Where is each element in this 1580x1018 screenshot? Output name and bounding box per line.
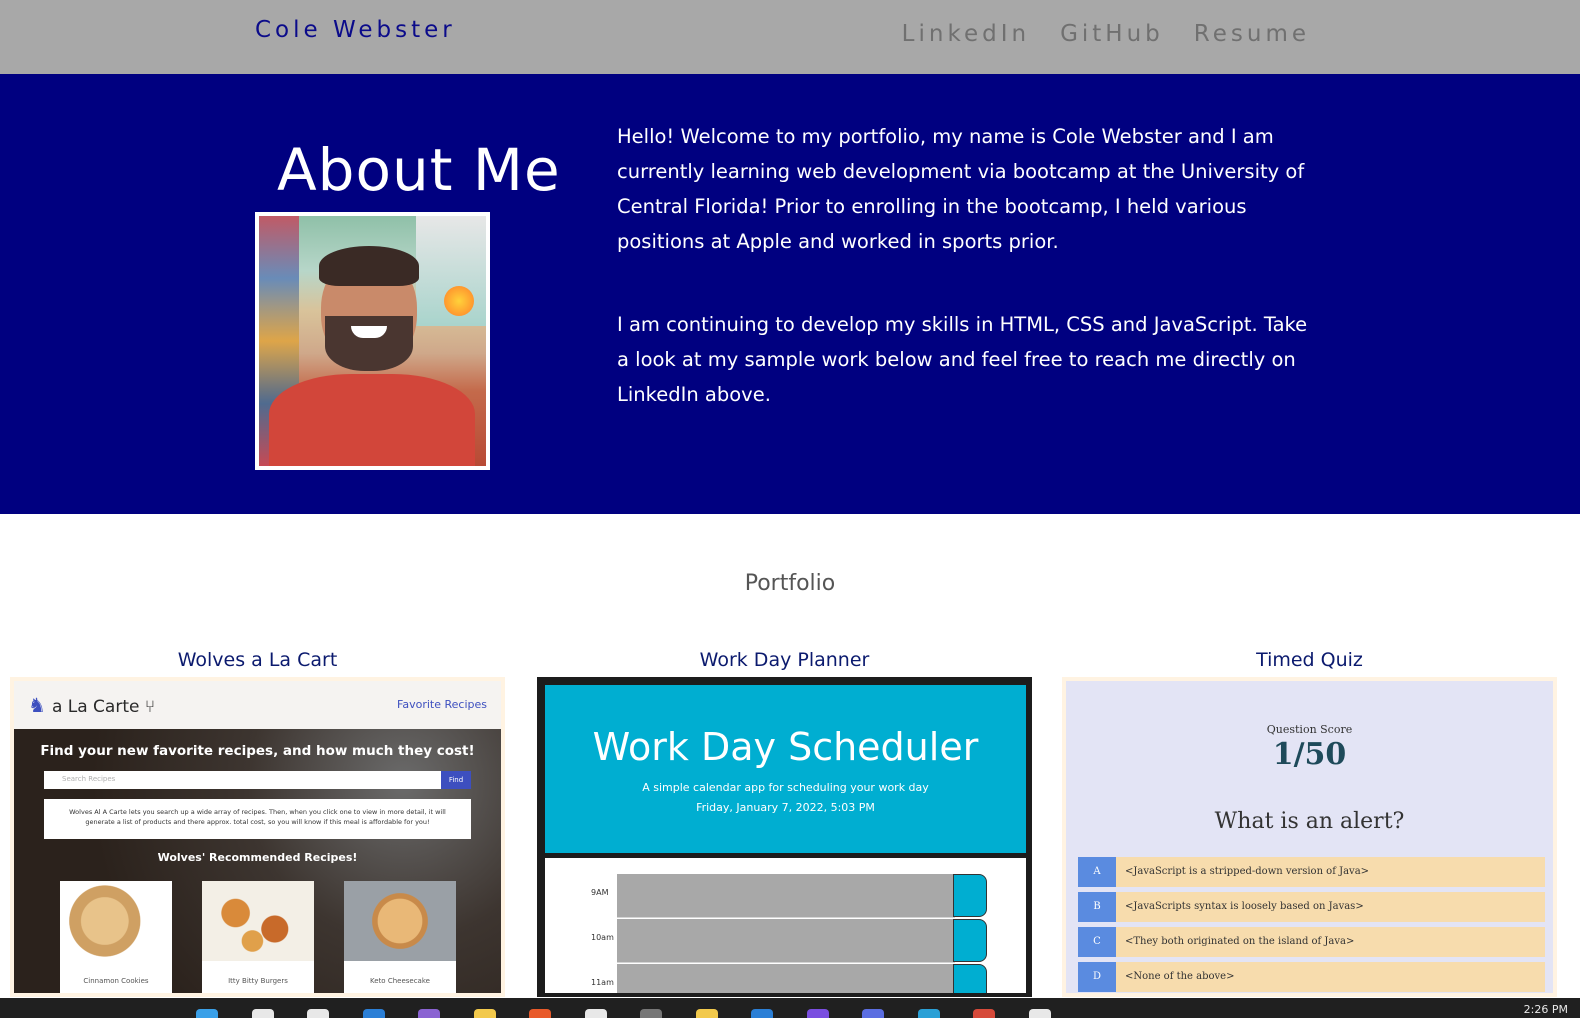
time-label: 10am <box>591 933 614 942</box>
scheduler-body: 9AM 10am 11am <box>545 858 1026 993</box>
recipe-label: Keto Cheesecake <box>370 977 430 985</box>
screenshot-logo: ♞ a La Carte ⑂ <box>28 693 155 717</box>
about-paragraph-1: Hello! Welcome to my portfolio, my name … <box>617 125 1305 253</box>
time-block: 10am <box>545 919 1026 964</box>
quiz-option-letter: B <box>1078 892 1116 922</box>
recipe-card: Cinnamon Cookies <box>60 881 172 993</box>
profile-photo <box>259 216 486 466</box>
portfolio-title: Portfolio <box>744 571 836 596</box>
nav-links: LinkedIn GitHub Resume <box>902 21 1310 47</box>
photo-shirt <box>269 374 475 466</box>
quiz-option-text: <They both originated on the island of J… <box>1125 936 1355 947</box>
quiz-option-text: <JavaScripts syntax is loosely based on … <box>1125 901 1364 912</box>
time-label: 9AM <box>591 888 609 897</box>
about-section: About Me Hello! Welcome to my portfolio,… <box>0 74 1580 514</box>
recipe-image <box>344 881 456 961</box>
recipe-label: Cinnamon Cookies <box>83 977 149 985</box>
recipe-label: Itty Bitty Burgers <box>228 977 288 985</box>
taskbar-app-icon[interactable] <box>529 1009 551 1018</box>
taskbar-app-icon[interactable] <box>751 1009 773 1018</box>
screenshot-navbar: ♞ a La Carte ⑂ Favorite Recipes <box>14 681 501 729</box>
quiz-option-text: <JavaScript is a stripped-down version o… <box>1125 866 1370 877</box>
taskbar-app-icon[interactable] <box>473 1009 496 1018</box>
taskbar-app-icon[interactable] <box>1028 1009 1051 1018</box>
project-screenshot[interactable]: Question Score 1/50 What is an alert? A … <box>1062 677 1557 997</box>
screenshot-headline: Find your new favorite recipes, and how … <box>40 743 475 759</box>
time-block: 11am <box>545 964 1026 993</box>
fork-knife-icon: ⑂ <box>139 697 156 717</box>
taskbar-app-icon[interactable] <box>917 1009 940 1018</box>
save-button <box>953 919 987 962</box>
screenshot-favorite-link: Favorite Recipes <box>397 698 487 711</box>
recipe-image <box>202 881 314 961</box>
scheduler-header: Work Day Scheduler A simple calendar app… <box>545 685 1026 853</box>
quiz-option-text: <None of the above> <box>1125 971 1235 982</box>
nav-link-linkedin[interactable]: LinkedIn <box>902 21 1030 47</box>
time-slot <box>617 919 955 963</box>
quiz-option-letter: D <box>1078 962 1116 992</box>
taskbar-app-icon[interactable] <box>640 1009 662 1018</box>
project-card-quiz: Timed Quiz Question Score 1/50 What is a… <box>1062 645 1557 997</box>
taskbar-app-icon[interactable] <box>418 1009 440 1018</box>
photo-beard <box>325 316 413 371</box>
project-screenshot[interactable]: ♞ a La Carte ⑂ Favorite Recipes Find your… <box>10 677 505 997</box>
save-button <box>953 964 987 993</box>
wolf-icon: ♞ <box>28 693 46 717</box>
quiz-option-letter: C <box>1078 927 1116 957</box>
taskbar-app-icon[interactable] <box>251 1009 274 1018</box>
nav-link-resume[interactable]: Resume <box>1194 21 1310 47</box>
scheduler-date: Friday, January 7, 2022, 5:03 PM <box>696 801 875 814</box>
project-title[interactable]: Work Day Planner <box>537 645 1032 675</box>
quiz-option: D <None of the above> <box>1078 962 1545 992</box>
time-slot <box>617 874 955 918</box>
recipe-card: Itty Bitty Burgers <box>202 881 314 993</box>
recipe-card: Keto Cheesecake <box>344 881 456 993</box>
top-nav: Cole Webster LinkedIn GitHub Resume <box>0 0 1580 74</box>
scheduler-subtitle: A simple calendar app for scheduling you… <box>642 781 929 794</box>
about-paragraph-2: I am continuing to develop my skills in … <box>617 313 1308 406</box>
taskbar-app-icon[interactable] <box>973 1009 995 1018</box>
screenshot-find-button: Find <box>441 771 471 789</box>
taskbar-app-icon[interactable] <box>806 1009 829 1018</box>
about-text: Hello! Welcome to my portfolio, my name … <box>617 119 1317 412</box>
time-block: 9AM <box>545 874 1026 919</box>
recipe-image <box>60 881 172 961</box>
quiz-option: A <JavaScript is a stripped-down version… <box>1078 857 1545 887</box>
photo-flowers <box>444 286 474 316</box>
quiz-option: C <They both originated on the island of… <box>1078 927 1545 957</box>
project-screenshot[interactable]: Work Day Scheduler A simple calendar app… <box>537 677 1032 997</box>
save-button <box>953 874 987 917</box>
screenshot-description: Wolves Al A Carte lets you search up a w… <box>44 799 471 839</box>
screenshot-recommended-heading: Wolves' Recommended Recipes! <box>157 851 358 864</box>
taskbar-clock: 2:26 PM <box>1523 1003 1568 1016</box>
nav-link-github[interactable]: GitHub <box>1060 21 1164 47</box>
taskbar-app-icon[interactable] <box>862 1009 884 1018</box>
brand-link[interactable]: Cole Webster <box>255 17 456 43</box>
project-title[interactable]: Wolves a La Cart <box>10 645 505 675</box>
project-card-wolves: Wolves a La Cart ♞ a La Carte ⑂ Favorite … <box>10 645 505 997</box>
time-slot <box>617 964 955 993</box>
scheduler-title: Work Day Scheduler <box>592 725 979 769</box>
screenshot-search-input: Search Recipes <box>44 771 441 789</box>
taskbar-app-icon[interactable] <box>196 1009 218 1018</box>
taskbar-app-icon[interactable] <box>307 1009 329 1018</box>
quiz-score: 1/50 <box>1272 737 1347 772</box>
quiz-score-label: Question Score <box>1266 723 1353 736</box>
quiz-option-letter: A <box>1078 857 1116 887</box>
photo-hair <box>319 246 419 286</box>
taskbar-app-icon[interactable] <box>584 1009 607 1018</box>
time-label: 11am <box>591 978 614 987</box>
about-title: About Me <box>277 136 561 204</box>
quiz-question: What is an alert? <box>1214 809 1405 834</box>
taskbar-app-icon[interactable] <box>695 1009 718 1018</box>
taskbar-app-icon[interactable] <box>362 1009 385 1018</box>
os-taskbar: 2:26 PM <box>0 998 1580 1018</box>
project-card-planner: Work Day Planner Work Day Scheduler A si… <box>537 645 1032 997</box>
screenshot-logo-text: a La Carte <box>51 697 140 717</box>
profile-photo-frame <box>255 212 490 470</box>
project-title[interactable]: Timed Quiz <box>1062 645 1557 675</box>
quiz-option: B <JavaScripts syntax is loosely based o… <box>1078 892 1545 922</box>
